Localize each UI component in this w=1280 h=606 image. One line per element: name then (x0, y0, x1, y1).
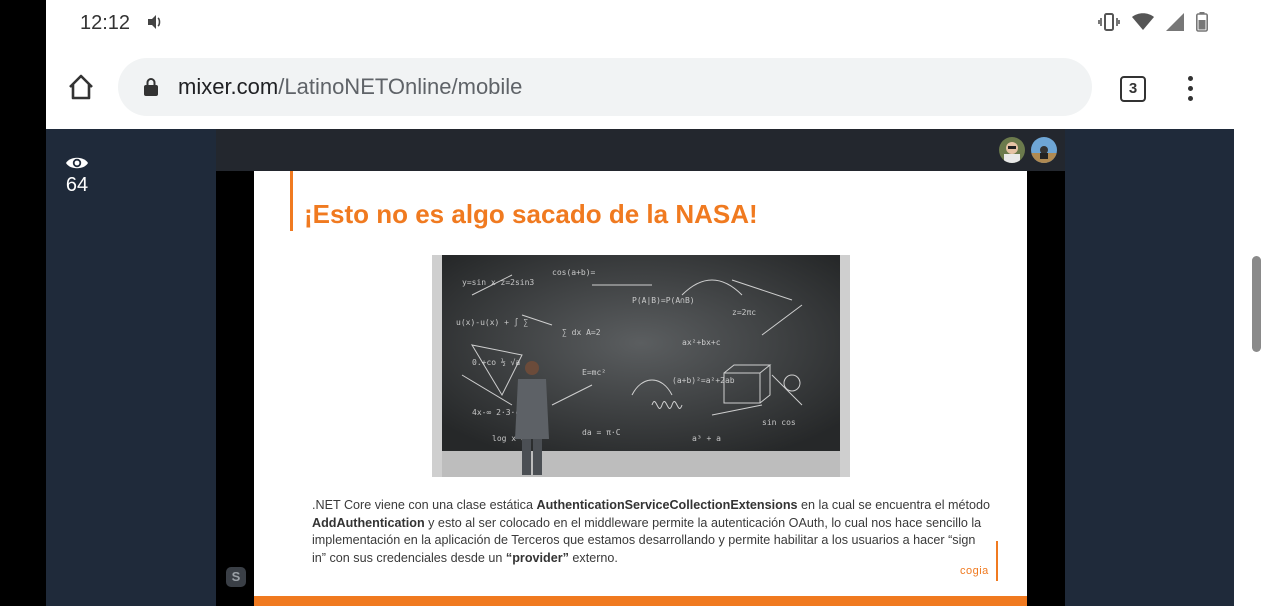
browser-toolbar: mixer.com/LatinoNETOnline/mobile 3 (46, 48, 1234, 129)
svg-text:4x-∞ 2·3·c: 4x-∞ 2·3·c (472, 408, 520, 417)
chalkboard-image: y=sin x z=2sin3 cos(a+b)= P(A|B)=P(A∩B) … (432, 255, 850, 477)
slide-footer-bar (254, 596, 1027, 606)
svg-text:ax²+bx+c: ax²+bx+c (682, 338, 721, 347)
lock-icon (144, 78, 158, 101)
svg-text:(a+b)²=a²+2ab: (a+b)²=a²+2ab (672, 376, 735, 385)
body-part: .NET Core viene con una clase estática (312, 498, 537, 512)
signal-icon (1166, 13, 1184, 36)
body-part: en la cual se encuentra el método (797, 498, 991, 512)
video-player[interactable]: ¡Esto no es algo sacado de la NASA! y=si… (216, 129, 1065, 606)
body-bold: AddAuthentication (312, 515, 425, 530)
stream-badge[interactable]: S (226, 567, 246, 587)
phone-screen: 12:12 mixer.com/LatinoNETOnline/mobile 3… (46, 0, 1234, 606)
avatar[interactable] (999, 137, 1025, 163)
svg-text:E=mc²: E=mc² (582, 368, 606, 377)
svg-text:y=sin x z=2sin3: y=sin x z=2sin3 (462, 278, 534, 287)
text-accent-bar (996, 541, 998, 581)
svg-text:P(A|B)=P(A∩B): P(A|B)=P(A∩B) (632, 296, 695, 305)
svg-text:da = π·C: da = π·C (582, 428, 621, 437)
video-header (216, 129, 1065, 171)
wifi-icon (1132, 13, 1154, 36)
presentation-slide: ¡Esto no es algo sacado de la NASA! y=si… (254, 171, 1027, 606)
battery-icon (1196, 12, 1208, 37)
svg-text:cos(a+b)=: cos(a+b)= (552, 268, 596, 277)
avatar[interactable] (1031, 137, 1057, 163)
slide-body-text: .NET Core viene con una clase estática A… (312, 497, 992, 567)
status-bar: 12:12 (46, 0, 1234, 48)
viewer-counter: 64 (62, 155, 92, 197)
home-button[interactable] (66, 72, 96, 102)
body-bold: “provider” (505, 550, 569, 565)
eye-icon (66, 157, 88, 169)
body-bold: AuthenticationServiceCollectionExtension… (536, 498, 798, 512)
url-path: /LatinoNETOnline/mobile (278, 74, 523, 99)
tab-switcher-button[interactable]: 3 (1120, 76, 1146, 102)
scrollbar-thumb[interactable] (1252, 256, 1261, 352)
slide-title: ¡Esto no es algo sacado de la NASA! (304, 199, 758, 229)
home-icon (69, 74, 93, 100)
svg-text:a³ + a: a³ + a (692, 434, 721, 443)
url-text[interactable]: mixer.com/LatinoNETOnline/mobile (178, 74, 522, 100)
overflow-menu-button[interactable] (1186, 76, 1194, 102)
svg-text:u(x)-u(x) + ∫ ∑: u(x)-u(x) + ∫ ∑ (456, 318, 528, 327)
url-host: mixer.com (178, 74, 279, 99)
brand-logo: cogia (960, 565, 989, 577)
body-part: externo. (568, 550, 618, 565)
volume-icon (146, 13, 164, 36)
svg-text:∑ dx A=2: ∑ dx A=2 (562, 328, 601, 337)
title-accent-bar (290, 171, 293, 231)
svg-text:sin cos: sin cos (762, 418, 796, 427)
svg-text:0.+co ½ √a: 0.+co ½ √a (472, 357, 520, 367)
vibrate-icon (1098, 12, 1120, 37)
svg-text:z=2πc: z=2πc (732, 308, 756, 317)
viewer-count: 64 (65, 174, 89, 196)
status-clock: 12:12 (80, 12, 131, 34)
address-bar[interactable]: mixer.com/LatinoNETOnline/mobile (118, 58, 1092, 116)
